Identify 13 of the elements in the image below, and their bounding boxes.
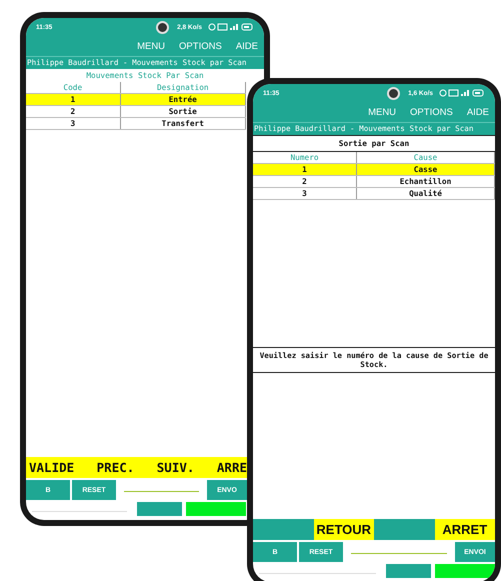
action-label[interactable]: PREC. — [96, 460, 134, 475]
status-icons — [208, 23, 254, 31]
action-label[interactable]: VALIDE — [29, 460, 74, 475]
confirm-button[interactable] — [435, 564, 495, 578]
status-icons — [439, 89, 485, 97]
blank-action-button[interactable] — [253, 519, 314, 540]
camera-icon — [156, 20, 170, 34]
blank-action-button[interactable] — [374, 519, 434, 540]
small-action-button[interactable] — [386, 564, 431, 578]
action-label[interactable]: SUIV. — [156, 460, 194, 475]
camera-icon — [387, 86, 400, 100]
action-label[interactable]: ARRE — [216, 460, 247, 475]
small-action-button[interactable] — [137, 502, 182, 516]
